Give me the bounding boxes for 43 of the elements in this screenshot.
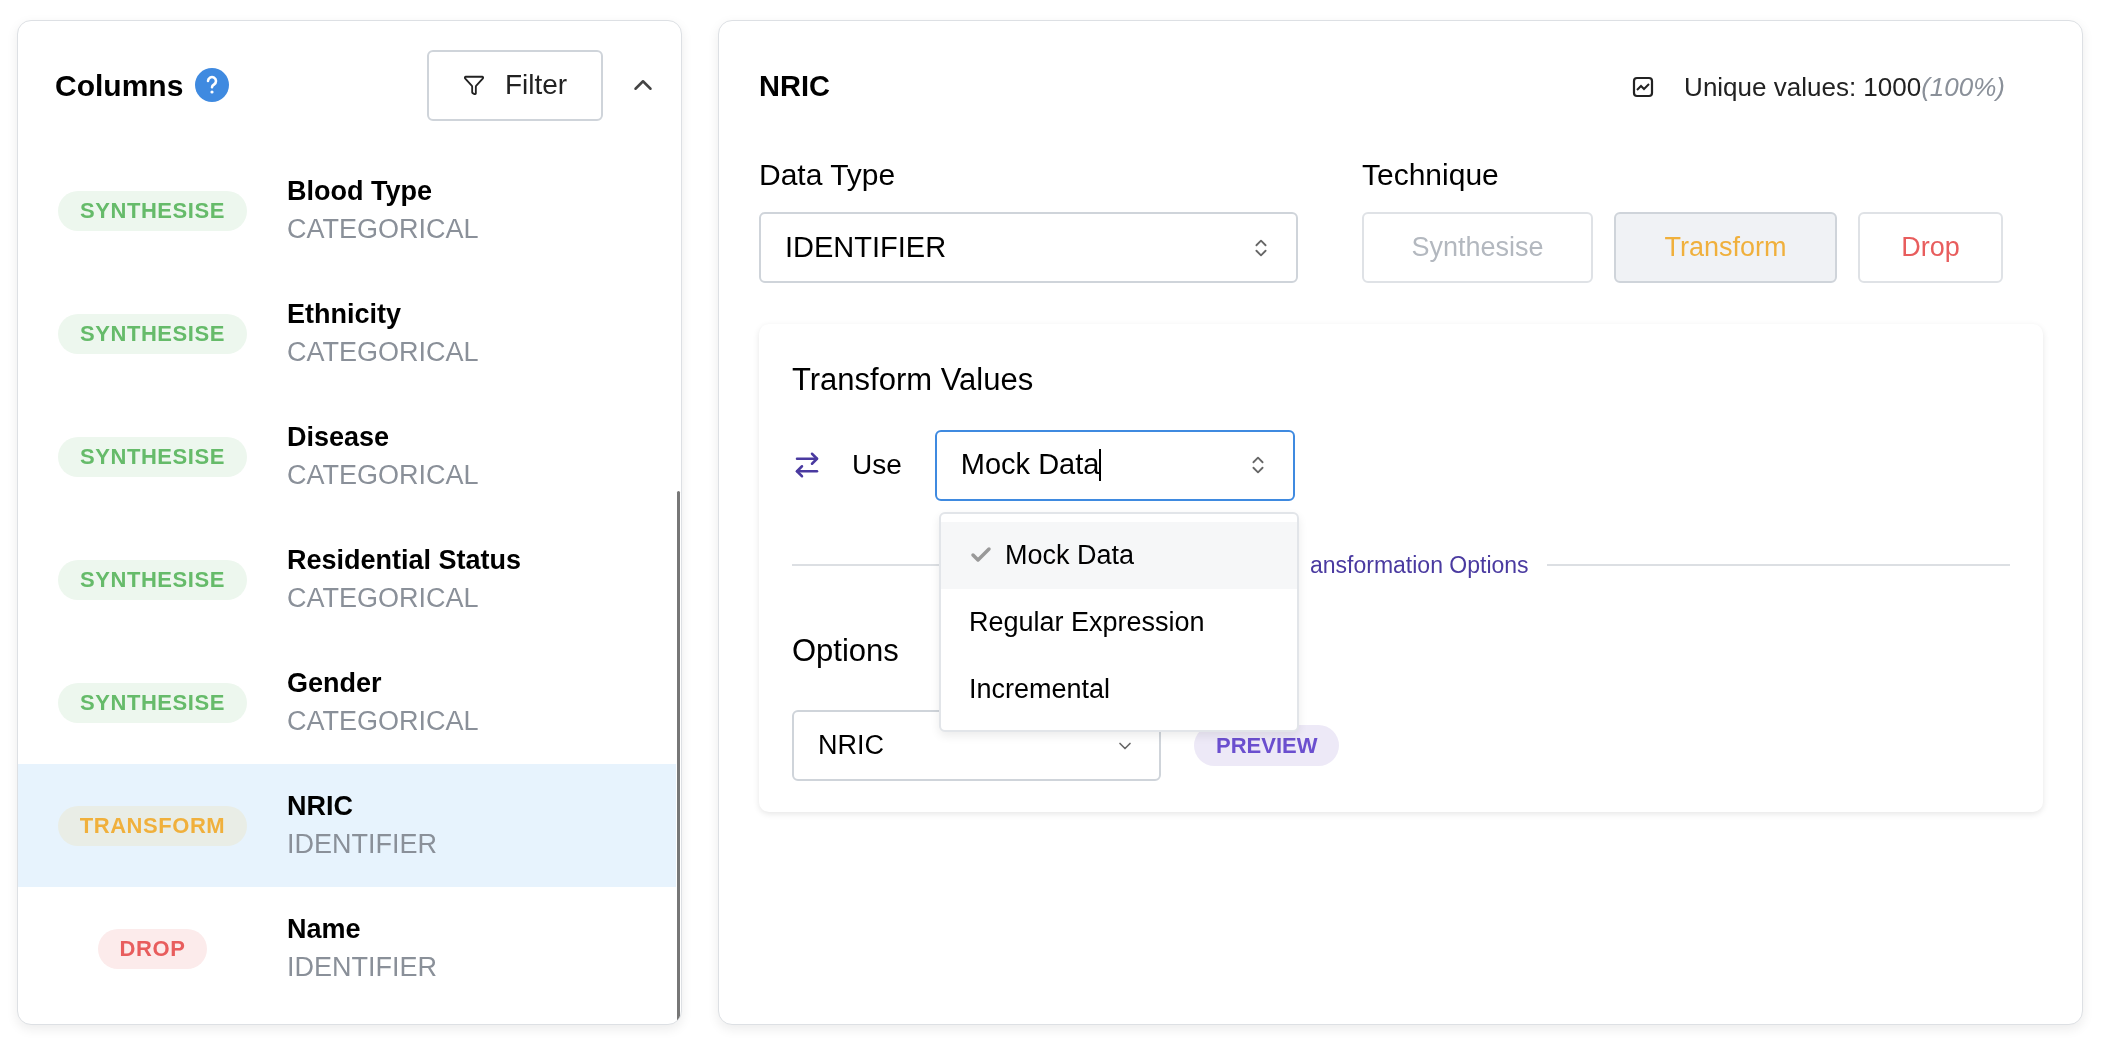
column-type: CATEGORICAL bbox=[287, 704, 479, 738]
column-name: Ethnicity bbox=[287, 297, 402, 331]
column-list-item[interactable]: TRANSFORM NRIC IDENTIFIER bbox=[18, 764, 676, 887]
technique-badge: DROP bbox=[97, 928, 208, 969]
field-label: Technique bbox=[1362, 160, 1500, 190]
column-name: Blood Type bbox=[287, 174, 433, 208]
technique-badge: SYNTHESISE bbox=[58, 436, 247, 477]
column-type: CATEGORICAL bbox=[287, 335, 479, 369]
panel-title: Columns bbox=[55, 67, 184, 104]
filter-button[interactable]: Filter bbox=[427, 49, 603, 121]
technique-badge: TRANSFORM bbox=[57, 805, 248, 846]
text-cursor bbox=[1099, 449, 1102, 481]
scrollbar[interactable] bbox=[677, 491, 680, 1021]
filter-icon bbox=[462, 74, 485, 96]
field-label: Data Type bbox=[759, 160, 897, 190]
column-type: CATEGORICAL bbox=[287, 581, 480, 615]
dropdown-option[interactable]: Incremental bbox=[941, 655, 1297, 723]
transform-select[interactable]: Mock Data bbox=[934, 429, 1295, 501]
column-name: Disease bbox=[287, 420, 391, 454]
technique-badge: SYNTHESISE bbox=[58, 682, 247, 723]
section-title: Options bbox=[792, 635, 899, 666]
column-name: NRIC bbox=[287, 789, 354, 823]
data-type-select[interactable]: IDENTIFIER bbox=[759, 212, 1298, 283]
column-name: Gender bbox=[287, 666, 383, 700]
unique-percent-text: (100%) bbox=[1921, 70, 2005, 104]
column-name: Name bbox=[287, 912, 362, 946]
column-type: CATEGORICAL bbox=[287, 458, 479, 492]
unique-values-text: Unique values: 1000 bbox=[1684, 70, 1922, 104]
column-type: CATEGORICAL bbox=[287, 212, 479, 246]
help-icon[interactable] bbox=[195, 68, 230, 102]
column-type: IDENTIFIER bbox=[287, 950, 437, 984]
column-type: IDENTIFIER bbox=[287, 827, 437, 861]
chart-icon bbox=[1632, 76, 1655, 98]
technique-badge: SYNTHESISE bbox=[58, 313, 247, 354]
column-name: Residential Status bbox=[287, 543, 522, 577]
detail-title: NRIC bbox=[759, 69, 830, 105]
dropdown-option[interactable]: Mock Data bbox=[941, 521, 1297, 589]
technique-badge: SYNTHESISE bbox=[58, 559, 247, 600]
section-title: Transform Values bbox=[792, 364, 1035, 395]
use-label: Use bbox=[852, 448, 902, 482]
dropdown-option[interactable]: Regular Expression bbox=[941, 588, 1297, 656]
technique-badge: SYNTHESISE bbox=[58, 190, 247, 231]
divider-label: ansformation Options bbox=[1310, 550, 1529, 580]
